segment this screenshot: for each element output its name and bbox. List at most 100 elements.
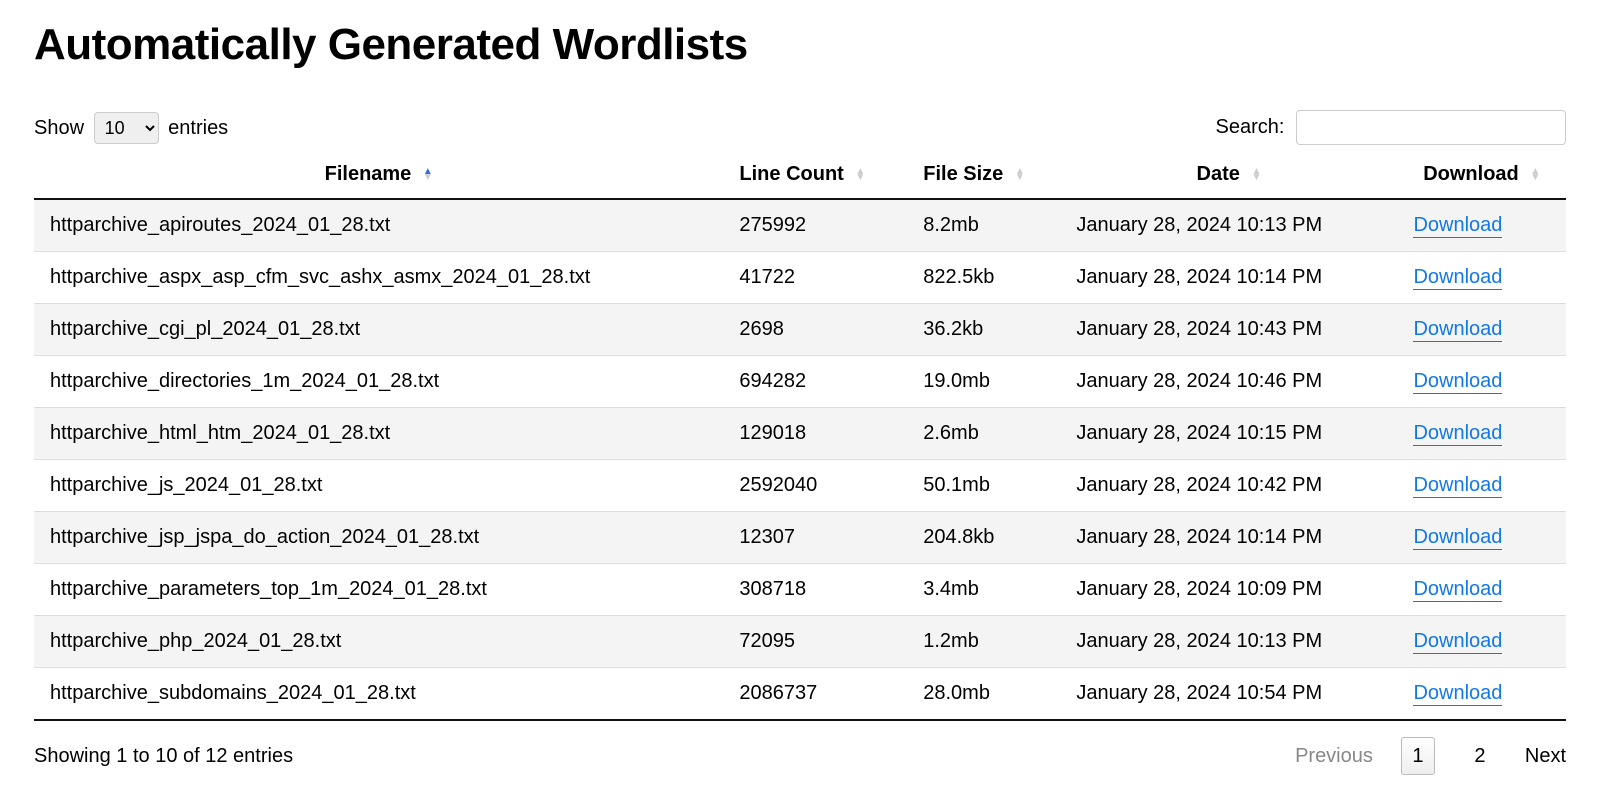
cell-line-count: 72095 — [723, 616, 907, 668]
search-label: Search: — [1216, 116, 1285, 138]
search-input[interactable] — [1296, 110, 1566, 145]
cell-download: Download — [1397, 512, 1566, 564]
download-link[interactable]: Download — [1413, 422, 1502, 446]
cell-download: Download — [1397, 668, 1566, 721]
pagination: Previous 12 Next — [1295, 737, 1566, 775]
download-link[interactable]: Download — [1413, 318, 1502, 342]
cell-line-count: 694282 — [723, 356, 907, 408]
cell-file-size: 1.2mb — [907, 616, 1060, 668]
cell-download: Download — [1397, 356, 1566, 408]
cell-date: January 28, 2024 10:43 PM — [1060, 304, 1397, 356]
cell-download: Download — [1397, 252, 1566, 304]
length-control: Show 102550100 entries — [34, 112, 228, 144]
cell-download: Download — [1397, 616, 1566, 668]
col-download-label: Download — [1423, 163, 1519, 185]
download-link[interactable]: Download — [1413, 474, 1502, 498]
previous-button[interactable]: Previous — [1295, 745, 1373, 768]
table-row: httparchive_php_2024_01_28.txt720951.2mb… — [34, 616, 1566, 668]
page-number-2[interactable]: 2 — [1463, 737, 1497, 775]
sort-icon: ▲▼ — [423, 169, 433, 181]
cell-download: Download — [1397, 199, 1566, 252]
table-row: httparchive_js_2024_01_28.txt259204050.1… — [34, 460, 1566, 512]
cell-filename: httparchive_parameters_top_1m_2024_01_28… — [34, 564, 723, 616]
cell-date: January 28, 2024 10:14 PM — [1060, 252, 1397, 304]
table-row: httparchive_apiroutes_2024_01_28.txt2759… — [34, 199, 1566, 252]
table-info: Showing 1 to 10 of 12 entries — [34, 745, 293, 768]
search-control: Search: — [1216, 110, 1567, 145]
cell-line-count: 2086737 — [723, 668, 907, 721]
cell-date: January 28, 2024 10:54 PM — [1060, 668, 1397, 721]
table-row: httparchive_directories_1m_2024_01_28.tx… — [34, 356, 1566, 408]
cell-filename: httparchive_cgi_pl_2024_01_28.txt — [34, 304, 723, 356]
col-line-count[interactable]: Line Count ▲▼ — [723, 151, 907, 199]
cell-filename: httparchive_php_2024_01_28.txt — [34, 616, 723, 668]
table-row: httparchive_parameters_top_1m_2024_01_28… — [34, 564, 1566, 616]
show-label-post: entries — [168, 117, 228, 139]
sort-icon: ▲▼ — [855, 169, 865, 181]
cell-line-count: 275992 — [723, 199, 907, 252]
cell-line-count: 2592040 — [723, 460, 907, 512]
table-row: httparchive_cgi_pl_2024_01_28.txt269836.… — [34, 304, 1566, 356]
col-date[interactable]: Date ▲▼ — [1060, 151, 1397, 199]
cell-file-size: 2.6mb — [907, 408, 1060, 460]
cell-line-count: 2698 — [723, 304, 907, 356]
sort-icon: ▲▼ — [1530, 169, 1540, 181]
col-date-label: Date — [1197, 163, 1240, 185]
cell-filename: httparchive_directories_1m_2024_01_28.tx… — [34, 356, 723, 408]
cell-date: January 28, 2024 10:14 PM — [1060, 512, 1397, 564]
cell-date: January 28, 2024 10:13 PM — [1060, 199, 1397, 252]
cell-file-size: 50.1mb — [907, 460, 1060, 512]
cell-download: Download — [1397, 564, 1566, 616]
col-filename-label: Filename — [325, 163, 412, 185]
cell-date: January 28, 2024 10:46 PM — [1060, 356, 1397, 408]
col-file-size-label: File Size — [923, 163, 1003, 185]
cell-filename: httparchive_subdomains_2024_01_28.txt — [34, 668, 723, 721]
show-label-pre: Show — [34, 117, 84, 139]
cell-date: January 28, 2024 10:15 PM — [1060, 408, 1397, 460]
download-link[interactable]: Download — [1413, 214, 1502, 238]
cell-file-size: 19.0mb — [907, 356, 1060, 408]
cell-line-count: 41722 — [723, 252, 907, 304]
cell-line-count: 308718 — [723, 564, 907, 616]
cell-filename: httparchive_apiroutes_2024_01_28.txt — [34, 199, 723, 252]
cell-filename: httparchive_js_2024_01_28.txt — [34, 460, 723, 512]
download-link[interactable]: Download — [1413, 682, 1502, 706]
col-file-size[interactable]: File Size ▲▼ — [907, 151, 1060, 199]
wordlists-table: Filename ▲▼ Line Count ▲▼ File Size ▲▼ D… — [34, 151, 1566, 721]
cell-download: Download — [1397, 460, 1566, 512]
cell-date: January 28, 2024 10:13 PM — [1060, 616, 1397, 668]
cell-download: Download — [1397, 408, 1566, 460]
cell-file-size: 3.4mb — [907, 564, 1060, 616]
sort-icon: ▲▼ — [1251, 169, 1261, 181]
page-title: Automatically Generated Wordlists — [34, 20, 1566, 70]
col-line-count-label: Line Count — [739, 163, 843, 185]
cell-date: January 28, 2024 10:42 PM — [1060, 460, 1397, 512]
page-number-1[interactable]: 1 — [1401, 737, 1435, 775]
cell-file-size: 28.0mb — [907, 668, 1060, 721]
cell-line-count: 12307 — [723, 512, 907, 564]
cell-file-size: 8.2mb — [907, 199, 1060, 252]
cell-filename: httparchive_aspx_asp_cfm_svc_ashx_asmx_2… — [34, 252, 723, 304]
cell-file-size: 204.8kb — [907, 512, 1060, 564]
cell-filename: httparchive_html_htm_2024_01_28.txt — [34, 408, 723, 460]
download-link[interactable]: Download — [1413, 266, 1502, 290]
download-link[interactable]: Download — [1413, 370, 1502, 394]
col-download[interactable]: Download ▲▼ — [1397, 151, 1566, 199]
table-row: httparchive_aspx_asp_cfm_svc_ashx_asmx_2… — [34, 252, 1566, 304]
page-size-select[interactable]: 102550100 — [94, 112, 159, 144]
download-link[interactable]: Download — [1413, 578, 1502, 602]
next-button[interactable]: Next — [1525, 745, 1566, 768]
table-row: httparchive_html_htm_2024_01_28.txt12901… — [34, 408, 1566, 460]
table-row: httparchive_jsp_jspa_do_action_2024_01_2… — [34, 512, 1566, 564]
sort-icon: ▲▼ — [1015, 169, 1025, 181]
download-link[interactable]: Download — [1413, 630, 1502, 654]
cell-date: January 28, 2024 10:09 PM — [1060, 564, 1397, 616]
download-link[interactable]: Download — [1413, 526, 1502, 550]
cell-file-size: 36.2kb — [907, 304, 1060, 356]
cell-line-count: 129018 — [723, 408, 907, 460]
cell-download: Download — [1397, 304, 1566, 356]
col-filename[interactable]: Filename ▲▼ — [34, 151, 723, 199]
cell-filename: httparchive_jsp_jspa_do_action_2024_01_2… — [34, 512, 723, 564]
table-row: httparchive_subdomains_2024_01_28.txt208… — [34, 668, 1566, 721]
cell-file-size: 822.5kb — [907, 252, 1060, 304]
